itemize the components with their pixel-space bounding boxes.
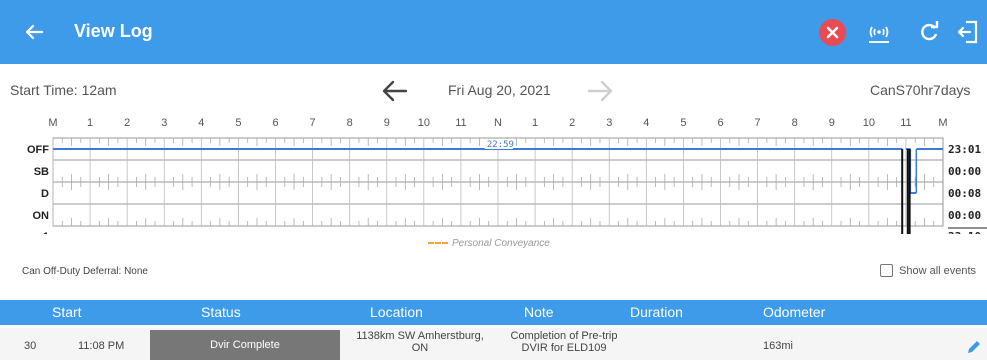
hour-label: 9 [829,117,835,129]
logout-icon[interactable] [956,18,982,51]
show-all-label: Show all events [899,264,977,277]
hour-label: N [494,117,502,129]
grand-total: 23:10 [948,230,981,234]
deferral-status: Can Off-Duty Deferral: None [22,266,148,277]
hour-label: 5 [680,117,686,129]
event-time: 11:08 PM [78,340,125,352]
row-total: 00:00 [948,209,981,222]
hour-label: M [938,117,947,129]
ruleset-label: CanS70hr7days [870,82,971,98]
column-header-duration: Duration [630,304,683,320]
arrow-right-icon[interactable] [585,77,615,110]
hour-label: 4 [198,117,204,129]
hour-label: 10 [863,117,875,129]
row-total: 23:01 [948,143,981,156]
page-number: 1 [43,231,49,234]
hour-label: 1 [532,117,538,129]
row-label-d: D [41,188,49,200]
column-header-note: Note [524,304,554,320]
row-total: 00:00 [948,165,981,178]
hour-label: 2 [124,117,130,129]
event-note: Completion of Pre-trip DVIR for ELD109 [497,330,631,354]
column-header-status: Status [201,304,241,320]
hour-label: 7 [310,117,316,129]
column-header-location: Location [370,304,423,320]
table-row[interactable]: 30 11:08 PM Dvir Complete 1138km SW Amhe… [0,328,987,360]
row-label-on: ON [33,210,50,222]
hour-label: 3 [161,117,167,129]
event-odometer: 163mi [763,340,793,352]
location-line-2: ON [411,342,429,354]
arrow-left-icon[interactable] [20,18,48,46]
event-location: 1138km SW Amherstburg, ON [350,330,490,354]
hour-label: 5 [235,117,241,129]
hour-label: 6 [272,117,278,129]
column-header-odometer: Odometer [763,304,826,320]
hour-label: 4 [643,117,649,129]
row-total: 00:08 [948,187,981,200]
hour-label: 9 [384,117,390,129]
app-bar: View Log [0,0,987,64]
note-line-2: DVIR for ELD109 [521,342,607,354]
pencil-icon[interactable] [966,339,982,358]
dashed-line-icon [428,242,448,245]
close-circle-icon[interactable] [819,19,846,46]
row-label-off: OFF [27,144,49,156]
events-table-header: Start Status Location Note Duration Odom… [0,300,987,325]
refresh-icon[interactable] [916,19,942,50]
hour-label: 11 [455,117,466,129]
hour-label: 6 [717,117,723,129]
location-line-1: 1138km SW Amherstburg, [356,330,484,342]
personal-conveyance-legend: Personal Conveyance [428,238,550,249]
event-index: 30 [24,340,37,352]
hour-label: 11 [900,117,911,129]
hour-label: 10 [418,117,430,129]
start-time-label: Start Time: 12am [10,82,117,98]
bluetooth-signal-icon[interactable] [866,19,892,50]
checkbox[interactable] [880,264,893,277]
hour-label: 8 [792,117,798,129]
tooltip-label: 22:59 [487,140,514,150]
note-line-1: Completion of Pre-trip [510,330,618,342]
row-label-sb: SB [34,166,49,178]
pc-legend-label: Personal Conveyance [452,238,550,249]
status-badge: Dvir Complete [150,330,340,360]
show-all-events-toggle[interactable]: Show all events [880,264,976,277]
log-date: Fri Aug 20, 2021 [448,82,551,98]
hour-label: 7 [755,117,761,129]
column-header-start: Start [52,304,82,320]
arrow-left-icon[interactable] [380,77,410,110]
hour-label: M [48,117,57,129]
hour-label: 1 [87,117,93,129]
hour-label: 3 [606,117,612,129]
page-title: View Log [74,21,153,41]
hour-label: 2 [569,117,575,129]
duty-status-grid: M 1 2 3 4 5 6 7 8 9 10 11 N 1 2 3 4 5 6 7 8 9 10 11 M OFF 23:01 SB 0… [27,117,987,234]
hour-label: 8 [347,117,353,129]
